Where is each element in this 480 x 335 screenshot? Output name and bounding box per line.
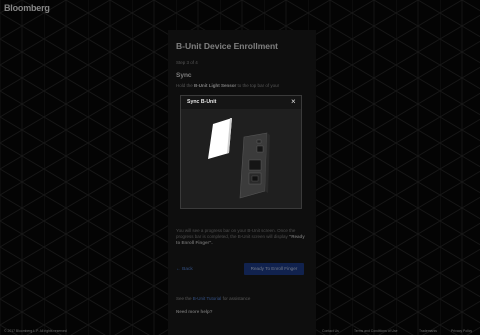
footer-link-terms[interactable]: Terms and Conditions of Use	[354, 329, 398, 333]
footer-link-trademarks[interactable]: Trademarks	[419, 329, 437, 333]
close-icon[interactable]: ×	[291, 97, 296, 106]
footer: © 2017 Bloomberg L.P. All rights reserve…	[0, 328, 480, 335]
modal-header: Sync B-Unit ×	[181, 96, 301, 109]
footer-link-privacy[interactable]: Privacy Policy	[451, 329, 472, 333]
modal-title: Sync B-Unit	[187, 99, 217, 105]
footer-link-contact[interactable]: Contact Us	[322, 329, 339, 333]
sync-modal: Sync B-Unit ×	[180, 95, 302, 209]
b-unit-sync-illustration	[181, 109, 301, 208]
copyright: © 2017 Bloomberg L.P. All rights reserve…	[4, 329, 67, 333]
